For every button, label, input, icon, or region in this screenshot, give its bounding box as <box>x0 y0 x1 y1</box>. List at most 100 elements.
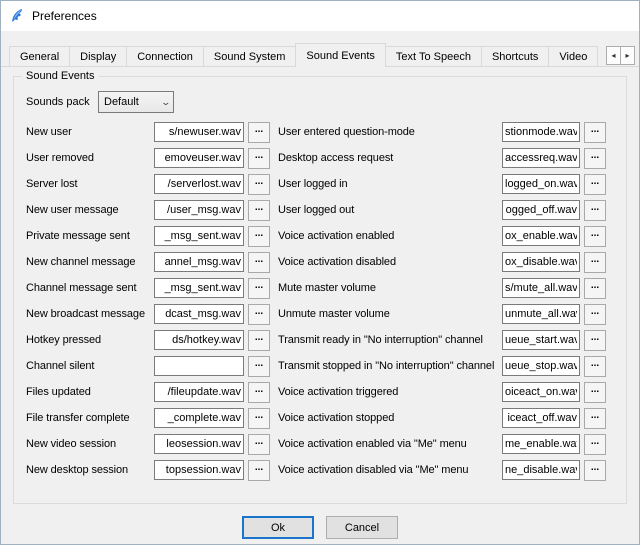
browse-button[interactable]: ... <box>248 408 270 429</box>
browse-button[interactable]: ... <box>248 278 270 299</box>
sound-event-row: Unmute master volume ... <box>278 301 606 327</box>
sound-event-label: Channel message sent <box>26 282 150 294</box>
browse-button[interactable]: ... <box>248 122 270 143</box>
browse-button[interactable]: ... <box>248 434 270 455</box>
browse-button[interactable]: ... <box>584 174 606 195</box>
tab-label: Text To Speech <box>396 51 471 63</box>
sound-file-input[interactable] <box>502 330 580 350</box>
browse-button[interactable]: ... <box>248 330 270 351</box>
sound-event-row: Server lost ... <box>26 171 270 197</box>
browse-button[interactable]: ... <box>248 252 270 273</box>
tab-sound-events[interactable]: Sound Events <box>295 43 386 67</box>
sound-file-input[interactable] <box>154 434 244 454</box>
browse-button[interactable]: ... <box>248 304 270 325</box>
sound-event-row: New desktop session ... <box>26 457 270 483</box>
tab-connection[interactable]: Connection <box>126 46 204 67</box>
tab-label: Display <box>80 51 116 63</box>
sound-event-row: File transfer complete ... <box>26 405 270 431</box>
sound-file-input[interactable] <box>154 174 244 194</box>
sound-event-label: Channel silent <box>26 360 150 372</box>
sound-file-input[interactable] <box>154 252 244 272</box>
sound-event-row: New video session ... <box>26 431 270 457</box>
sound-file-input[interactable] <box>154 356 244 376</box>
sound-file-input[interactable] <box>502 122 580 142</box>
tab-sound-system[interactable]: Sound System <box>203 46 297 67</box>
tab-general[interactable]: General <box>9 46 70 67</box>
tab-label: General <box>20 51 59 63</box>
browse-button[interactable]: ... <box>248 460 270 481</box>
sound-file-input[interactable] <box>502 408 580 428</box>
sound-file-input[interactable] <box>502 356 580 376</box>
sound-file-input[interactable] <box>154 226 244 246</box>
sound-file-input[interactable] <box>502 460 580 480</box>
browse-button[interactable]: ... <box>584 200 606 221</box>
browse-button[interactable]: ... <box>584 382 606 403</box>
tab-shortcuts[interactable]: Shortcuts <box>481 46 549 67</box>
sound-file-input[interactable] <box>154 330 244 350</box>
browse-button[interactable]: ... <box>584 304 606 325</box>
window-title: Preferences <box>32 9 97 23</box>
sound-file-input[interactable] <box>154 148 244 168</box>
browse-button[interactable]: ... <box>584 122 606 143</box>
sound-file-input[interactable] <box>154 200 244 220</box>
sound-event-label: New broadcast message <box>26 308 150 320</box>
tab-video[interactable]: Video <box>548 46 598 67</box>
browse-button[interactable]: ... <box>584 434 606 455</box>
sound-event-row: New user message ... <box>26 197 270 223</box>
sound-event-row: Hotkey pressed ... <box>26 327 270 353</box>
browse-button[interactable]: ... <box>248 174 270 195</box>
browse-button[interactable]: ... <box>248 148 270 169</box>
sound-event-row: User logged in ... <box>278 171 606 197</box>
sound-file-input[interactable] <box>502 278 580 298</box>
sound-event-row: Voice activation enabled ... <box>278 223 606 249</box>
sound-event-row: User logged out ... <box>278 197 606 223</box>
browse-button[interactable]: ... <box>584 330 606 351</box>
browse-button[interactable]: ... <box>584 278 606 299</box>
browse-button[interactable]: ... <box>248 226 270 247</box>
sound-event-label: Voice activation triggered <box>278 386 498 398</box>
sounds-pack-select[interactable]: Default ⌄ <box>98 91 174 113</box>
sound-file-input[interactable] <box>502 252 580 272</box>
browse-button[interactable]: ... <box>248 382 270 403</box>
sound-event-row: Channel message sent ... <box>26 275 270 301</box>
sound-file-input[interactable] <box>154 304 244 324</box>
tab-scroll-right-icon[interactable]: ▸ <box>620 46 635 65</box>
sound-events-page: Sound Events Sounds pack Default ⌄ New u… <box>1 76 639 539</box>
sound-file-input[interactable] <box>154 460 244 480</box>
sound-file-input[interactable] <box>502 304 580 324</box>
ok-button[interactable]: Ok <box>242 516 314 539</box>
browse-button[interactable]: ... <box>584 252 606 273</box>
browse-button[interactable]: ... <box>584 226 606 247</box>
browse-button[interactable]: ... <box>584 408 606 429</box>
tab-text-to-speech[interactable]: Text To Speech <box>385 46 482 67</box>
sound-event-label: Files updated <box>26 386 150 398</box>
browse-button[interactable]: ... <box>584 356 606 377</box>
sound-file-input[interactable] <box>154 122 244 142</box>
browse-button[interactable]: ... <box>248 200 270 221</box>
sound-file-input[interactable] <box>502 148 580 168</box>
sound-event-label: Voice activation disabled <box>278 256 498 268</box>
sound-file-input[interactable] <box>502 382 580 402</box>
sound-event-label: Voice activation disabled via "Me" menu <box>278 464 498 476</box>
sound-event-label: Voice activation enabled via "Me" menu <box>278 438 498 450</box>
sound-file-input[interactable] <box>502 434 580 454</box>
sound-event-row: New user ... <box>26 119 270 145</box>
sound-file-input[interactable] <box>502 226 580 246</box>
sound-event-row: Voice activation triggered ... <box>278 379 606 405</box>
browse-button[interactable]: ... <box>584 460 606 481</box>
browse-button[interactable]: ... <box>584 148 606 169</box>
sound-event-label: Transmit stopped in "No interruption" ch… <box>278 360 498 372</box>
sound-file-input[interactable] <box>502 200 580 220</box>
right-column: User entered question-mode ... Desktop a… <box>278 119 606 483</box>
sound-event-label: Server lost <box>26 178 150 190</box>
left-column: New user ... User removed ... Server los… <box>26 119 270 483</box>
cancel-button[interactable]: Cancel <box>326 516 398 539</box>
tab-scroll-left-icon[interactable]: ◂ <box>606 46 621 65</box>
sound-file-input[interactable] <box>154 382 244 402</box>
sound-file-input[interactable] <box>154 278 244 298</box>
sound-event-label: Mute master volume <box>278 282 498 294</box>
sound-file-input[interactable] <box>154 408 244 428</box>
tab-display[interactable]: Display <box>69 46 127 67</box>
browse-button[interactable]: ... <box>248 356 270 377</box>
sound-file-input[interactable] <box>502 174 580 194</box>
